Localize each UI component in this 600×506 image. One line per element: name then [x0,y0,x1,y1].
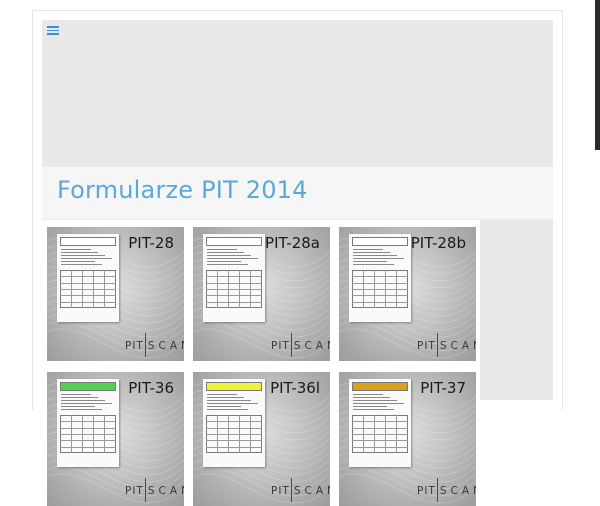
brand-scan: SCAN [293,340,330,352]
form-label: PIT-36 [128,379,174,397]
scrollbar[interactable] [595,0,600,150]
form-thumbnail [349,234,411,322]
pitscan-logo: PITSCAN [125,478,184,502]
pitscan-logo: PITSCAN [271,478,330,502]
form-tile[interactable]: PIT-37 PITSCAN [339,372,476,506]
form-thumbnail [57,234,119,322]
brand-pit: PIT [125,340,144,352]
pitscan-logo: PITSCAN [417,333,476,357]
brand-scan: SCAN [147,340,184,352]
form-label: PIT-28a [265,234,320,252]
pitscan-logo: PITSCAN [417,478,476,502]
brand-scan: SCAN [439,340,476,352]
form-tile[interactable]: PIT-28a PITSCAN [193,227,330,361]
brand-separator [144,478,146,502]
brand-pit: PIT [417,485,436,497]
brand-pit: PIT [417,340,436,352]
brand-pit: PIT [125,485,144,497]
brand-scan: SCAN [147,485,184,497]
pitscan-logo: PITSCAN [125,333,184,357]
form-thumbnail [203,379,265,467]
brand-pit: PIT [271,485,290,497]
form-tile[interactable]: PIT-28b PITSCAN [339,227,476,361]
brand-separator [436,333,438,357]
form-tile[interactable]: PIT-36 PITSCAN [47,372,184,506]
form-label: PIT-28 [128,234,174,252]
brand-scan: SCAN [293,485,330,497]
pitscan-logo: PITSCAN [271,333,330,357]
brand-separator [436,478,438,502]
form-thumbnail [57,379,119,467]
form-thumbnail [203,234,265,322]
form-tile[interactable]: PIT-28 PITSCAN [47,227,184,361]
page-title: Formularze PIT 2014 [57,176,308,204]
title-bar: Formularze PIT 2014 [42,167,553,220]
form-thumbnail [349,379,411,467]
brand-separator [290,478,292,502]
form-label: PIT-37 [420,379,466,397]
brand-separator [144,333,146,357]
brand-scan: SCAN [439,485,476,497]
brand-pit: PIT [271,340,290,352]
form-label: PIT-28b [410,234,466,252]
hamburger-menu-icon[interactable] [47,26,59,36]
brand-separator [290,333,292,357]
form-label: PIT-36l [270,379,320,397]
form-tile[interactable]: PIT-36l PITSCAN [193,372,330,506]
